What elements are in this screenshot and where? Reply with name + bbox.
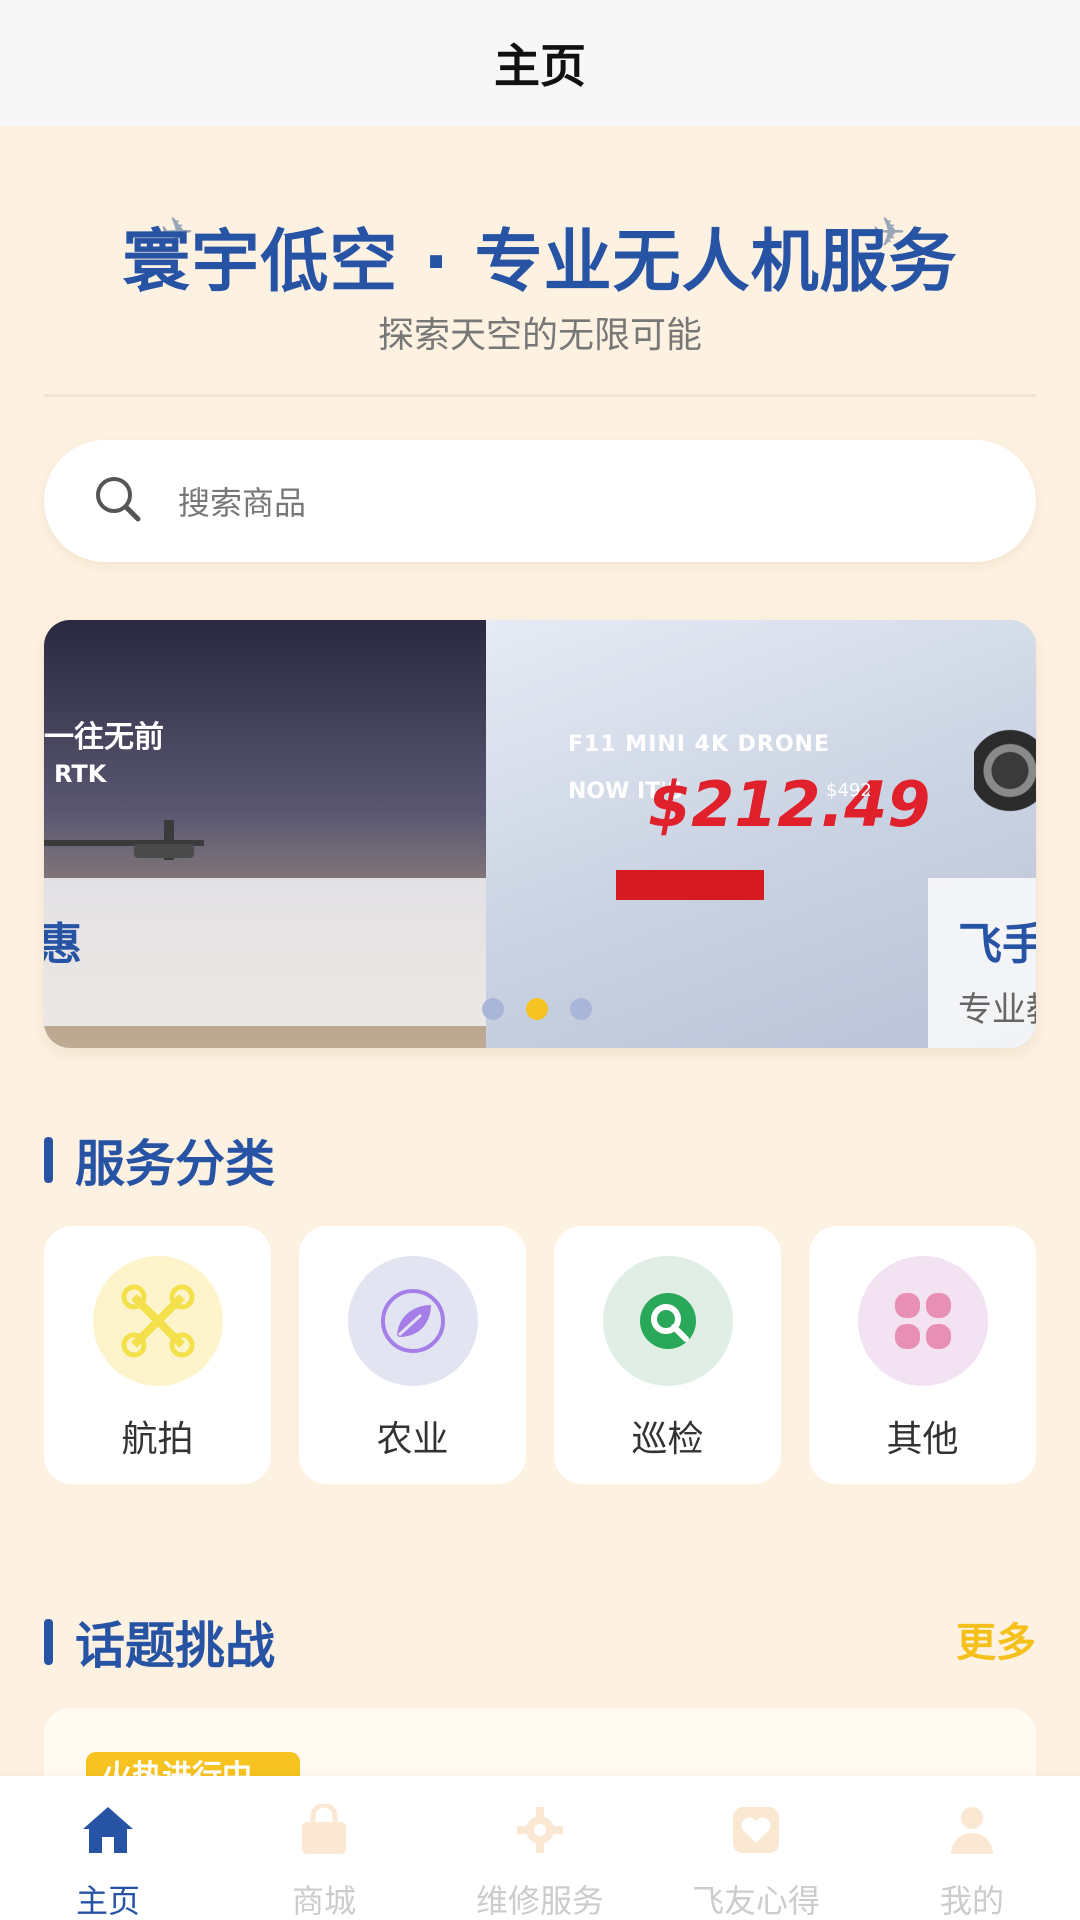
search-icon <box>92 473 144 529</box>
banner-carousel[interactable]: 一往无前 RTK 惠 F11 MINI 4K DRONE NOW IT'S $2… <box>44 620 1036 1048</box>
grid-icon <box>895 1293 951 1349</box>
page-title: 主页 <box>494 39 586 93</box>
category-icon-circle <box>603 1256 733 1386</box>
tab-repair[interactable]: 维修服务 <box>432 1776 648 1920</box>
divider <box>44 394 1036 397</box>
category-other[interactable]: 其他 <box>809 1226 1036 1484</box>
hero-subtitle: 探索天空的无限可能 <box>377 315 702 356</box>
hero-header: ✈ ✈ 寰宇低空 · 专业无人机服务 探索天空的无限可能 <box>0 126 1080 397</box>
more-link[interactable]: 更多 <box>956 1610 1036 1668</box>
gear-icon <box>512 1802 568 1858</box>
bottom-tab-bar: 主页 商城 维修服务 飞友心得 我的 <box>0 1776 1080 1920</box>
category-inspection[interactable]: 巡检 <box>554 1226 781 1484</box>
tab-label: 维修服务 <box>475 1882 604 1920</box>
category-icon-circle <box>348 1256 478 1386</box>
carousel-dot[interactable] <box>570 998 592 1020</box>
section-header: 话题挑战 <box>44 1606 275 1678</box>
banner-slide[interactable]: 一往无前 RTK 惠 <box>44 620 486 1048</box>
inspect-icon <box>640 1293 696 1349</box>
search-input[interactable]: 搜索商品 <box>178 478 306 524</box>
leaf-icon <box>381 1289 445 1353</box>
tab-label: 我的 <box>939 1882 1004 1920</box>
section-title: 服务分类 <box>75 1135 275 1193</box>
section-header: 服务分类 <box>44 1124 275 1196</box>
drone-icon <box>121 1284 195 1358</box>
slide-caption: 惠 <box>44 878 486 1026</box>
category-label: 农业 <box>376 1419 449 1460</box>
tab-home[interactable]: 主页 <box>0 1776 216 1920</box>
old-price: $492 <box>826 780 872 801</box>
heart-icon <box>728 1802 784 1858</box>
category-icon-circle <box>93 1256 223 1386</box>
hero-title: 寰宇低空 · 专业无人机服务 <box>122 223 958 302</box>
section-title: 话题挑战 <box>75 1617 275 1675</box>
shop-now-button[interactable] <box>616 870 764 900</box>
category-aerial[interactable]: 航拍 <box>44 1226 271 1484</box>
tab-label: 飞友心得 <box>691 1882 820 1920</box>
category-label: 航拍 <box>121 1419 194 1460</box>
category-icon-circle <box>858 1256 988 1386</box>
home-icon <box>80 1802 136 1858</box>
slide-caption: 飞手训练营限时免费体验 专业教练一对一指导 <box>928 878 1036 1048</box>
caption-title: 飞手训练营限时免费体验 <box>958 919 1036 970</box>
tab-community[interactable]: 飞友心得 <box>648 1776 864 1920</box>
product-name: F11 MINI 4K DRONE <box>568 732 830 757</box>
slide-text: RTK <box>54 760 107 788</box>
slide-text: 一往无前 <box>44 720 164 755</box>
caption-title: 惠 <box>44 919 82 970</box>
carousel-dot-active[interactable] <box>526 998 548 1020</box>
tab-label: 商城 <box>291 1882 356 1920</box>
caption-subtitle: 专业教练一对一指导 <box>958 990 1036 1030</box>
tab-profile[interactable]: 我的 <box>864 1776 1080 1920</box>
section-accent-bar <box>44 1137 53 1183</box>
banner-slide[interactable]: F11 MINI 4K DRONE NOW IT'S $212.49 $492 … <box>486 620 1036 1048</box>
carousel-dot[interactable] <box>482 998 504 1020</box>
bag-icon <box>296 1802 352 1858</box>
category-agriculture[interactable]: 农业 <box>299 1226 526 1484</box>
tab-label: 主页 <box>75 1882 140 1920</box>
drone-camera-image <box>974 710 1036 820</box>
carousel-dots <box>482 998 592 1020</box>
user-icon <box>944 1802 1000 1858</box>
section-accent-bar <box>44 1619 53 1665</box>
nav-bar: 主页 <box>0 0 1080 126</box>
price: $212.49 <box>648 768 931 841</box>
search-bar[interactable]: 搜索商品 <box>44 440 1036 562</box>
category-grid: 航拍 农业 巡检 其他 <box>44 1226 1036 1484</box>
category-label: 其他 <box>886 1419 959 1460</box>
drone-image <box>44 820 204 860</box>
category-label: 巡检 <box>631 1419 704 1460</box>
tab-shop[interactable]: 商城 <box>216 1776 432 1920</box>
